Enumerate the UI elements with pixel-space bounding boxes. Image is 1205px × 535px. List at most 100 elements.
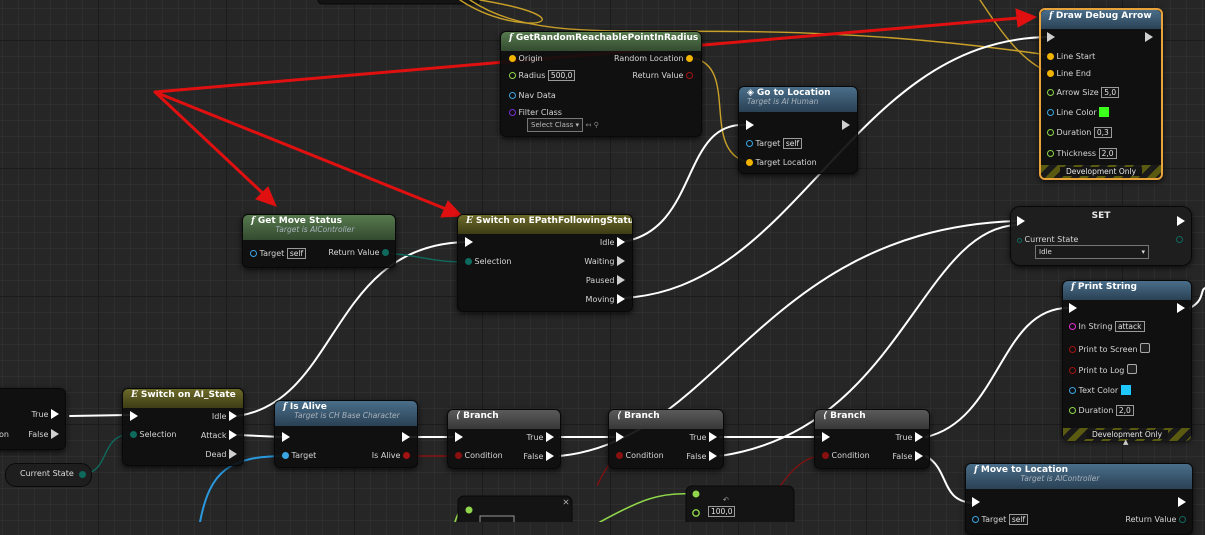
exec-out-pin[interactable] [1145,32,1153,44]
move-to-location-node[interactable]: f Move to Location Target is AIController … [965,463,1193,535]
idle-pin[interactable]: Idle [600,237,625,249]
filter-class-dropdown[interactable]: Select Class ▾ ↤ ⚲ [527,118,599,132]
output-pin[interactable] [79,471,86,478]
browse-icon[interactable]: ↤ ⚲ [586,121,599,129]
branch-icon: ⟨ [617,411,622,421]
set-current-state-node[interactable]: SET Current State Idle ▾ [1010,206,1192,266]
go-to-location-node[interactable]: ◈ Go to Location Target is AI Human Target… [738,86,858,174]
exec-in-pin[interactable] [822,432,830,444]
return-value-pin[interactable]: Return Value [1125,514,1186,526]
in-string-pin[interactable]: In String attack [1069,321,1145,333]
exec-in-pin[interactable] [1069,303,1077,315]
switch-path-status-node[interactable]: E Switch on EPathFollowingStatus Selectio… [457,214,633,312]
duration-field[interactable]: 2,0 [1115,405,1134,416]
false-pin[interactable]: False [686,451,717,463]
exec-out-pin[interactable] [402,432,410,444]
branch-icon: ⟨ [823,411,828,421]
return-value-pin[interactable]: Return Value [632,70,693,82]
thickness-field[interactable]: 2,0 [1098,148,1117,159]
arrow-size-field[interactable]: 5,0 [1101,87,1120,98]
text-color-swatch[interactable] [1120,385,1131,395]
true-pin[interactable]: True [31,409,59,421]
condition-pin[interactable]: Condition [616,450,664,462]
exec-in-pin[interactable] [455,432,463,444]
exec-out-pin[interactable] [1177,216,1185,228]
switch-ai-state-node[interactable]: E Switch on AI_State Selection Idle Attac… [122,388,244,466]
print-to-screen-checkbox[interactable] [1140,343,1151,353]
paused-pin[interactable]: Paused [586,275,625,287]
exec-in-pin[interactable] [616,432,624,444]
radius-field[interactable]: 500,0 [547,70,576,81]
dead-pin[interactable]: Dead [205,449,237,461]
get-random-point-node[interactable]: f GetRandomReachablePointInRadius Origin … [500,31,702,137]
reset-arrow-icon[interactable]: ↶ [723,494,729,506]
line-end-pin[interactable]: Line End [1047,68,1091,80]
duration-pin[interactable]: Duration 2,0 [1069,405,1134,417]
waiting-pin[interactable]: Waiting [584,256,625,268]
left-partial-node[interactable]: True False on [0,388,66,450]
true-pin[interactable]: True [526,432,554,444]
bottom-value-field[interactable]: 100,0 [708,506,736,518]
return-value-pin[interactable]: Return Value [328,247,389,259]
condition-pin[interactable]: Condition [455,450,503,462]
target-pin[interactable]: Target [282,450,316,462]
origin-pin[interactable]: Origin [509,53,543,65]
exec-in-pin[interactable] [746,120,754,132]
target-self-field: self [286,248,307,259]
exec-out-pin[interactable] [842,120,850,132]
true-pin[interactable]: True [689,432,717,444]
radius-pin[interactable]: Radius 500,0 [509,70,576,82]
draw-debug-arrow-node[interactable]: f Draw Debug Arrow Line Start Line End Ar… [1039,8,1163,180]
nav-data-pin[interactable]: Nav Data [509,90,556,102]
exec-out-pin[interactable] [1178,497,1186,509]
print-to-log-pin[interactable]: Print to Log [1069,364,1137,377]
expand-arrow-icon[interactable]: ▲ [1123,436,1128,448]
is-alive-pin[interactable]: Is Alive [372,450,410,462]
exec-in-pin[interactable] [1047,32,1055,44]
target-pin[interactable]: Target self [972,514,1029,526]
false-pin[interactable]: False [892,451,923,463]
thickness-pin[interactable]: Thickness 2,0 [1047,148,1117,160]
print-string-node[interactable]: f Print String In String attack Print to … [1062,280,1192,441]
target-location-pin[interactable]: Target Location [746,157,817,169]
moving-pin[interactable]: Moving [586,294,625,306]
print-to-screen-pin[interactable]: Print to Screen [1069,343,1151,356]
line-color-swatch[interactable] [1099,107,1110,117]
line-start-pin[interactable]: Line Start [1047,51,1095,63]
target-pin[interactable]: Target self [250,248,307,260]
false-pin[interactable]: False [28,429,59,441]
branch-node-2[interactable]: ⟨ Branch Condition True False [608,409,724,469]
exec-in-pin[interactable] [1017,216,1025,228]
true-pin[interactable]: True [895,432,923,444]
branch-node-3[interactable]: ⟨ Branch Condition True False [814,409,930,469]
development-only-footer: Development Only [1041,165,1161,178]
duration-field[interactable]: 0,3 [1093,127,1112,138]
exec-out-pin[interactable] [1177,303,1185,315]
output-pin[interactable] [1176,234,1183,246]
is-alive-node[interactable]: f Is Alive Target is CH Base Character Tar… [274,400,418,468]
current-state-dropdown[interactable]: Idle ▾ [1035,245,1149,259]
selection-pin[interactable]: Selection [130,429,176,441]
in-string-field[interactable]: attack [1114,321,1145,332]
idle-pin[interactable]: Idle [212,411,237,423]
print-to-log-checkbox[interactable] [1126,364,1137,374]
exec-in-pin[interactable] [465,237,473,249]
line-color-pin[interactable]: Line Color [1047,107,1110,119]
exec-in-pin[interactable] [972,497,980,509]
attack-pin[interactable]: Attack [201,430,237,442]
function-icon: f [509,33,513,43]
branch-node-1[interactable]: ⟨ Branch Condition True False [447,409,561,469]
random-location-pin[interactable]: Random Location [614,53,693,65]
current-state-variable[interactable]: Current State [5,463,92,487]
branch-icon: ⟨ [456,411,461,421]
get-move-status-node[interactable]: f Get Move Status Target is AIController T… [242,214,396,268]
selection-pin[interactable]: Selection [465,256,511,268]
duration-pin[interactable]: Duration 0,3 [1047,127,1112,139]
exec-in-pin[interactable] [130,411,138,423]
arrow-size-pin[interactable]: Arrow Size 5,0 [1047,87,1120,99]
target-pin[interactable]: Target self [746,138,803,150]
condition-pin[interactable]: Condition [822,450,870,462]
false-pin[interactable]: False [523,451,554,463]
text-color-pin[interactable]: Text Color [1069,385,1131,397]
exec-in-pin[interactable] [282,432,290,444]
